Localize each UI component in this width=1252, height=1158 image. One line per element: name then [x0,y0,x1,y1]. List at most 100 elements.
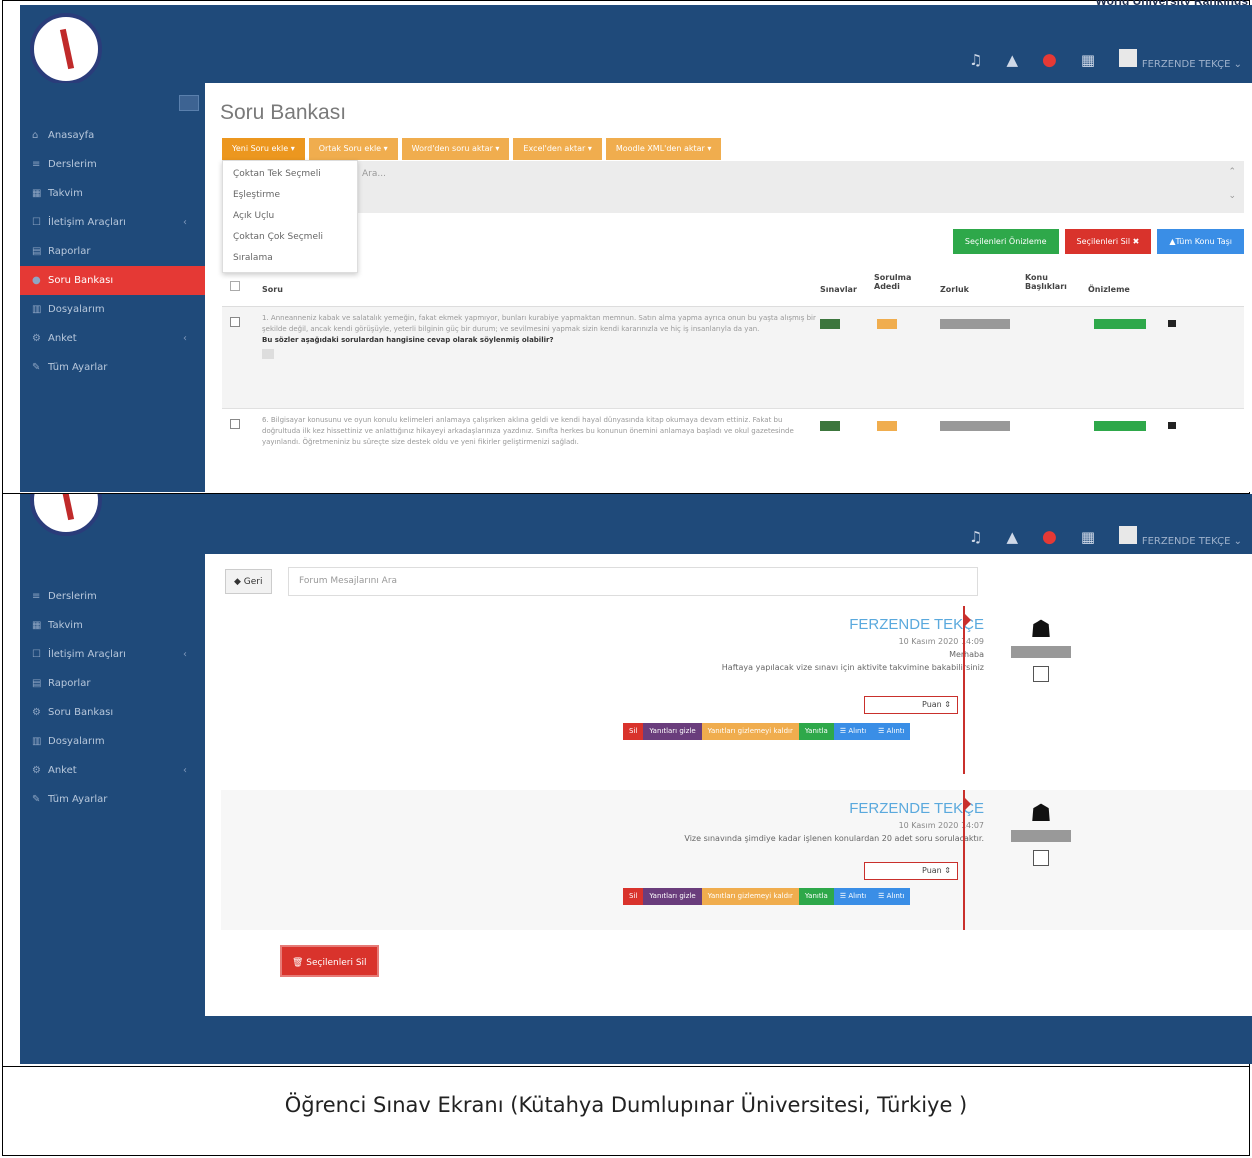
message-line: Haftaya yapılacak vize sınavı için aktiv… [721,663,984,672]
avatar [1119,526,1138,544]
message-action-button[interactable]: Yanıtla [798,888,834,905]
grid-icon[interactable]: ▦ [1081,528,1095,546]
question-stem: Bu sözler aşağıdaki sorulardan hangisine… [262,336,554,344]
message-body: FERZENDE TEKÇE 10 Kasım 2020 14:07 Vize … [684,800,984,843]
sidebar: ≡ Derslerim ▦ Takvim ☐ İletişim Araçları ‹ ▤ Rap… [20,554,205,1016]
sidebar-item-icon: ⌂ [32,130,39,141]
select-all-checkbox[interactable] [230,281,240,291]
sidebar-item[interactable]: ✎ Tüm Ayarlar [20,353,205,382]
university-logo[interactable] [30,494,102,536]
sidebar-item[interactable]: ▤ Raporlar [20,237,205,266]
question-text: 6. Bilgisayar konusunu ve oyun konulu ke… [262,416,794,446]
toolbar-button[interactable]: Moodle XML'den aktar ▾ [605,138,722,160]
sidebar-item-icon: ▦ [32,188,42,199]
sidebar-item[interactable]: ≡ Derslerim [20,582,205,611]
sidebar-item-label: Takvim [48,620,83,631]
message-action-button[interactable]: ☰ Alıntı [833,888,873,905]
sidebar-item-icon: ▤ [32,678,42,689]
score-select[interactable]: Puan ⇕ [864,696,958,714]
print-icon[interactable] [1168,320,1176,327]
user-menu[interactable]: FERZENDE TEKÇE ⌄ [1119,49,1242,71]
message-action-button[interactable]: Yanıtları gizle [643,723,702,740]
sidebar-item[interactable]: ≡ Derslerim [20,150,205,179]
message-checkbox[interactable] [1033,850,1049,866]
sidebar-menu: ⌂ Anasayfa ≡ Derslerim ▦ Takvim ☐ İletişim Araç… [20,121,205,382]
sidebar-item[interactable]: ☐ İletişim Araçları ‹ [20,640,205,669]
message-author[interactable]: FERZENDE TEKÇE [684,800,984,817]
dropdown-item[interactable]: Açık Uçlu [223,206,357,227]
message-action-button[interactable]: Yanıtları gizlemeyi kaldır [701,888,799,905]
message-body: FERZENDE TEKÇE 10 Kasım 2020 14:09 Merha… [722,616,984,672]
preview-button[interactable] [1094,319,1146,329]
sidebar-toggle-button[interactable] [179,95,199,111]
message-author[interactable]: FERZENDE TEKÇE [722,616,984,633]
grid-icon[interactable]: ▦ [1081,51,1095,69]
toolbar-button[interactable]: Word'den soru aktar ▾ [401,138,510,160]
forum-message: FERZENDE TEKÇE 10 Kasım 2020 14:09 Merha… [221,606,1252,776]
preview-selected-button[interactable]: Seçilenleri Önizleme [952,229,1059,254]
message-action-button[interactable]: Sil [623,723,644,740]
toolbar-button[interactable]: Ortak Soru ekle ▾ [308,138,398,160]
message-action-button[interactable]: ☰ Alıntı [872,723,911,740]
sidebar-item[interactable]: ⚙ Anket ‹ [20,324,205,353]
university-logo[interactable] [30,13,102,85]
print-icon[interactable] [1168,422,1176,429]
message-checkbox[interactable] [1033,666,1049,682]
sidebar-menu: ≡ Derslerim ▦ Takvim ☐ İletişim Araçları ‹ ▤ Rap… [20,582,205,814]
sidebar-item[interactable]: ⚙ Anket ‹ [20,756,205,785]
notification-icon[interactable]: ● [1042,50,1057,70]
header-difficulty: Zorluk [940,285,969,294]
message-action-button[interactable]: ☰ Alıntı [872,888,911,905]
sidebar-item[interactable]: ▥ Dosyalarım [20,295,205,324]
message-divider [963,606,965,774]
move-topic-button[interactable]: ▲Tüm Konu Taşı [1157,229,1244,254]
message-action-button[interactable]: ☰ Alıntı [833,723,873,740]
chevron-left-icon: ‹ [183,217,187,228]
toolbar-button[interactable]: Yeni Soru ekle ▾ [222,138,305,160]
sidebar-item[interactable]: ✎ Tüm Ayarlar [20,785,205,814]
sidebar-item[interactable]: ⌂ Anasayfa [20,121,205,150]
sidebar-item[interactable]: ● Soru Bankası [20,266,205,295]
chevron-up-icon[interactable]: ⌃ [1228,167,1236,177]
toolbar-button[interactable]: Excel'den aktar ▾ [513,138,602,160]
expand-button[interactable] [262,349,274,359]
back-button[interactable]: ◆ Geri [225,569,272,594]
message-action-button[interactable]: Yanıtları gizlemeyi kaldır [701,723,799,740]
chevron-left-icon: ‹ [183,765,187,776]
message-action-button[interactable]: Sil [623,888,644,905]
message-toolbar: Sil Yanıtları gizle Yanıtları gizlemeyi ka… [623,888,911,905]
warning-icon[interactable]: ▲ [1006,528,1018,546]
warning-icon[interactable]: ▲ [1006,51,1018,69]
message-action-button[interactable]: Yanıtla [798,723,834,740]
chevron-down-icon[interactable]: ⌄ [1228,191,1236,201]
header-preview: Önizleme [1088,285,1130,294]
user-menu[interactable]: FERZENDE TEKÇE ⌄ [1119,526,1242,548]
sidebar-item[interactable]: ▦ Takvim [20,611,205,640]
dropdown-item[interactable]: Çoktan Tek Seçmeli [223,164,357,185]
sidebar-item[interactable]: ▦ Takvim [20,179,205,208]
sidebar-item[interactable]: ▤ Raporlar [20,669,205,698]
sidebar-item[interactable]: ☐ İletişim Araçları ‹ [20,208,205,237]
forum-search-input[interactable]: Forum Mesajlarını Ara [288,567,978,596]
page-title: Soru Bankası [220,101,347,124]
filter-bar[interactable]: Ara... ⌃ ⌄ [222,161,1244,213]
preview-button[interactable] [1094,421,1146,431]
bell-icon[interactable]: ♫ [969,51,982,69]
sidebar-item[interactable]: ⚙ Soru Bankası [20,698,205,727]
notification-icon[interactable]: ● [1042,527,1057,547]
dropdown-item[interactable]: Çoktan Çok Seçmeli [223,227,357,248]
score-select[interactable]: Puan ⇕ [864,862,958,880]
sidebar-item[interactable]: ▥ Dosyalarım [20,727,205,756]
filter-input[interactable]: Ara... [362,169,386,179]
forum-message: FERZENDE TEKÇE 10 Kasım 2020 14:07 Vize … [221,790,1252,930]
sidebar-item-icon: ⚙ [32,707,41,718]
row-checkbox[interactable] [230,317,240,327]
delete-selected-button[interactable]: 🗑 Seçilenleri Sil [280,945,379,977]
dropdown-item[interactable]: Sıralama [223,248,357,269]
bell-icon[interactable]: ♫ [969,528,982,546]
row-checkbox[interactable] [230,419,240,429]
dropdown-item[interactable]: Eşleştirme [223,185,357,206]
main-content: Soru Bankası Ara... ⌃ ⌄ Yeni Soru ekle ▾… [205,83,1252,492]
delete-selected-button[interactable]: Seçilenleri Sil ✖ [1064,229,1152,254]
message-action-button[interactable]: Yanıtları gizle [643,888,702,905]
